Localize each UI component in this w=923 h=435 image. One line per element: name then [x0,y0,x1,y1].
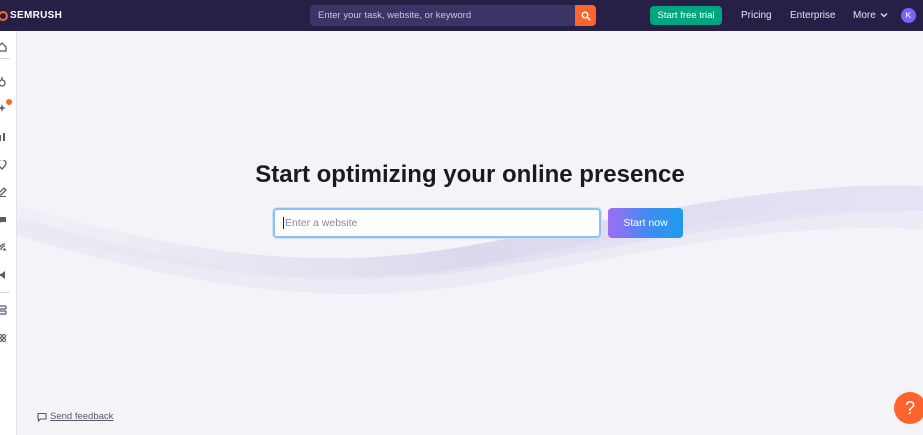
pricing-link[interactable]: Pricing [741,6,772,25]
chevron-down-icon [880,13,888,18]
logo-mark-icon [0,10,8,21]
global-search-input[interactable]: Enter your task, website, or keyword [310,5,575,26]
apps-icon[interactable] [0,333,7,343]
main-content: Start optimizing your online presence En… [17,31,923,435]
logo-text: SEMRUSH [10,10,63,21]
sparkle-icon[interactable] [0,103,7,113]
megaphone-icon[interactable] [0,270,7,280]
semrush-logo[interactable]: SEMRUSH [0,8,62,23]
user-avatar[interactable]: K [901,8,916,23]
sidebar-divider [0,292,10,293]
page-headline: Start optimizing your online presence [255,161,685,188]
top-navigation-bar: SEMRUSH Enter your task, website, or key… [0,0,923,31]
chat-icon[interactable] [0,215,7,225]
enterprise-link[interactable]: Enterprise [790,6,836,25]
notification-dot [6,99,12,105]
sidebar [0,31,17,435]
send-feedback-link[interactable]: Send feedback [37,411,113,422]
start-now-button[interactable]: Start now [608,208,683,238]
home-icon[interactable] [0,42,7,52]
help-button[interactable]: ? [894,392,923,424]
broadcast-icon[interactable] [0,242,7,252]
start-free-trial-button[interactable]: Start free trial [650,6,722,25]
link-icon[interactable] [0,77,7,87]
location-pin-icon[interactable] [0,160,7,170]
search-button[interactable] [575,5,596,26]
text-cursor [283,217,284,230]
bar-chart-icon[interactable] [0,132,7,142]
sidebar-divider [0,58,10,59]
app-stack-icon[interactable] [0,305,7,315]
feedback-chat-icon [37,412,47,422]
more-menu[interactable]: More [853,6,876,25]
website-input-placeholder: Enter a website [285,217,358,229]
website-input[interactable]: Enter a website [273,208,601,238]
send-feedback-label: Send feedback [50,411,114,422]
pencil-icon[interactable] [0,187,7,197]
search-icon [581,11,591,21]
